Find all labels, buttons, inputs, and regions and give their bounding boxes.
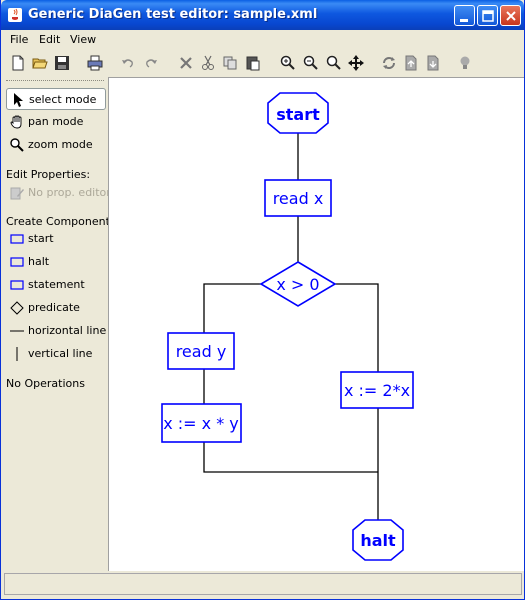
statement-rect-icon [10, 280, 24, 290]
horizontal-line-icon [10, 330, 24, 332]
halt-label: halt [360, 531, 396, 550]
component-vertical-line-label: vertical line [28, 347, 93, 360]
component-statement-label: statement [28, 278, 85, 291]
copy-icon[interactable] [221, 54, 239, 72]
maximize-icon [482, 10, 494, 22]
flowchart-diagram: start read x x > 0 read y x := x * y x : [161, 92, 414, 561]
select-mode-label: select mode [29, 93, 97, 106]
component-statement[interactable]: statement [6, 275, 106, 295]
diagram-canvas[interactable]: start read x x > 0 read y x := x * y x : [108, 77, 524, 571]
line-left-merge [203, 442, 378, 473]
minimize-icon [460, 19, 468, 22]
redo-icon[interactable] [142, 54, 160, 72]
select-mode-button[interactable]: select mode [6, 88, 106, 110]
zoom-in-icon[interactable] [279, 54, 297, 72]
zoom-out-icon[interactable] [302, 54, 320, 72]
new-file-icon[interactable] [9, 54, 27, 72]
status-bar [4, 573, 522, 595]
minimize-button[interactable] [454, 5, 475, 26]
zoom-mode-button[interactable]: zoom mode [6, 134, 106, 156]
app-window: Generic DiaGen test editor: sample.xml F… [0, 0, 525, 600]
assign-2x-label: x := 2*x [344, 381, 410, 400]
palette-grip[interactable] [6, 80, 104, 83]
create-components-heading: Create Components: [6, 215, 120, 228]
pan-mode-button[interactable]: pan mode [6, 111, 106, 133]
diamond-icon [10, 301, 24, 315]
vertical-line-icon [16, 347, 18, 361]
pan-mode-label: pan mode [28, 115, 84, 128]
menu-edit[interactable]: Edit [39, 33, 60, 46]
prop-editor-label: No prop. editor [28, 186, 111, 199]
toolbar [2, 50, 524, 76]
arrow-pointer-icon [14, 93, 23, 107]
line-predicate-right [335, 283, 379, 377]
component-predicate[interactable]: predicate [6, 298, 106, 318]
component-horizontal-line[interactable]: horizontal line [6, 321, 106, 341]
edit-pencil-icon [10, 187, 24, 200]
import-image-icon[interactable] [424, 54, 442, 72]
component-predicate-label: predicate [28, 301, 80, 314]
node-assign-xy[interactable]: x := x * y [161, 403, 242, 443]
undo-icon[interactable] [119, 54, 137, 72]
window-title: Generic DiaGen test editor: sample.xml [28, 7, 318, 22]
move-icon[interactable] [347, 54, 365, 72]
node-read-x[interactable]: read x [264, 179, 332, 217]
node-start[interactable]: start [267, 92, 329, 134]
cut-icon[interactable] [199, 54, 217, 72]
refresh-icon[interactable] [380, 54, 398, 72]
edit-properties-heading: Edit Properties: [6, 168, 91, 181]
component-start[interactable]: start [6, 229, 106, 249]
read-y-label: read y [176, 342, 227, 361]
menu-bar: File Edit View [2, 30, 524, 50]
save-icon[interactable] [53, 54, 71, 72]
title-bar[interactable]: Generic DiaGen test editor: sample.xml [1, 0, 524, 30]
close-button[interactable] [500, 5, 521, 26]
paste-icon[interactable] [244, 54, 262, 72]
component-halt-label: halt [28, 255, 50, 268]
node-assign-2x[interactable]: x := 2*x [340, 371, 414, 409]
read-x-label: read x [273, 189, 324, 208]
magnifier-icon [10, 138, 24, 152]
start-label: start [276, 105, 320, 124]
halt-rect-icon [10, 257, 24, 267]
hand-icon [10, 115, 22, 129]
close-icon [506, 11, 516, 21]
component-vertical-line[interactable]: vertical line [6, 344, 106, 364]
maximize-button[interactable] [477, 5, 498, 26]
predicate-label: x > 0 [276, 275, 319, 294]
start-rect-icon [10, 234, 24, 244]
operations-label: No Operations [6, 377, 85, 390]
print-icon[interactable] [86, 54, 104, 72]
java-app-icon [8, 8, 22, 22]
menu-file[interactable]: File [10, 33, 28, 46]
lightbulb-icon[interactable] [456, 54, 474, 72]
zoom-mode-label: zoom mode [28, 138, 93, 151]
component-horizontal-line-label: horizontal line [28, 324, 107, 337]
tool-palette: select mode pan mode zoom mode Edit Prop… [2, 77, 119, 571]
export-image-icon[interactable] [402, 54, 420, 72]
node-read-y[interactable]: read y [167, 332, 235, 370]
prop-editor-item: No prop. editor [6, 183, 111, 203]
assign-xy-label: x := x * y [163, 414, 239, 433]
component-start-label: start [28, 232, 54, 245]
zoom-fit-icon[interactable] [325, 54, 343, 72]
menu-view[interactable]: View [70, 33, 96, 46]
line-predicate-left [203, 283, 261, 333]
delete-icon[interactable] [177, 54, 195, 72]
component-halt[interactable]: halt [6, 252, 106, 272]
open-folder-icon[interactable] [31, 54, 49, 72]
node-halt[interactable]: halt [352, 519, 404, 561]
node-predicate[interactable]: x > 0 [259, 261, 337, 307]
